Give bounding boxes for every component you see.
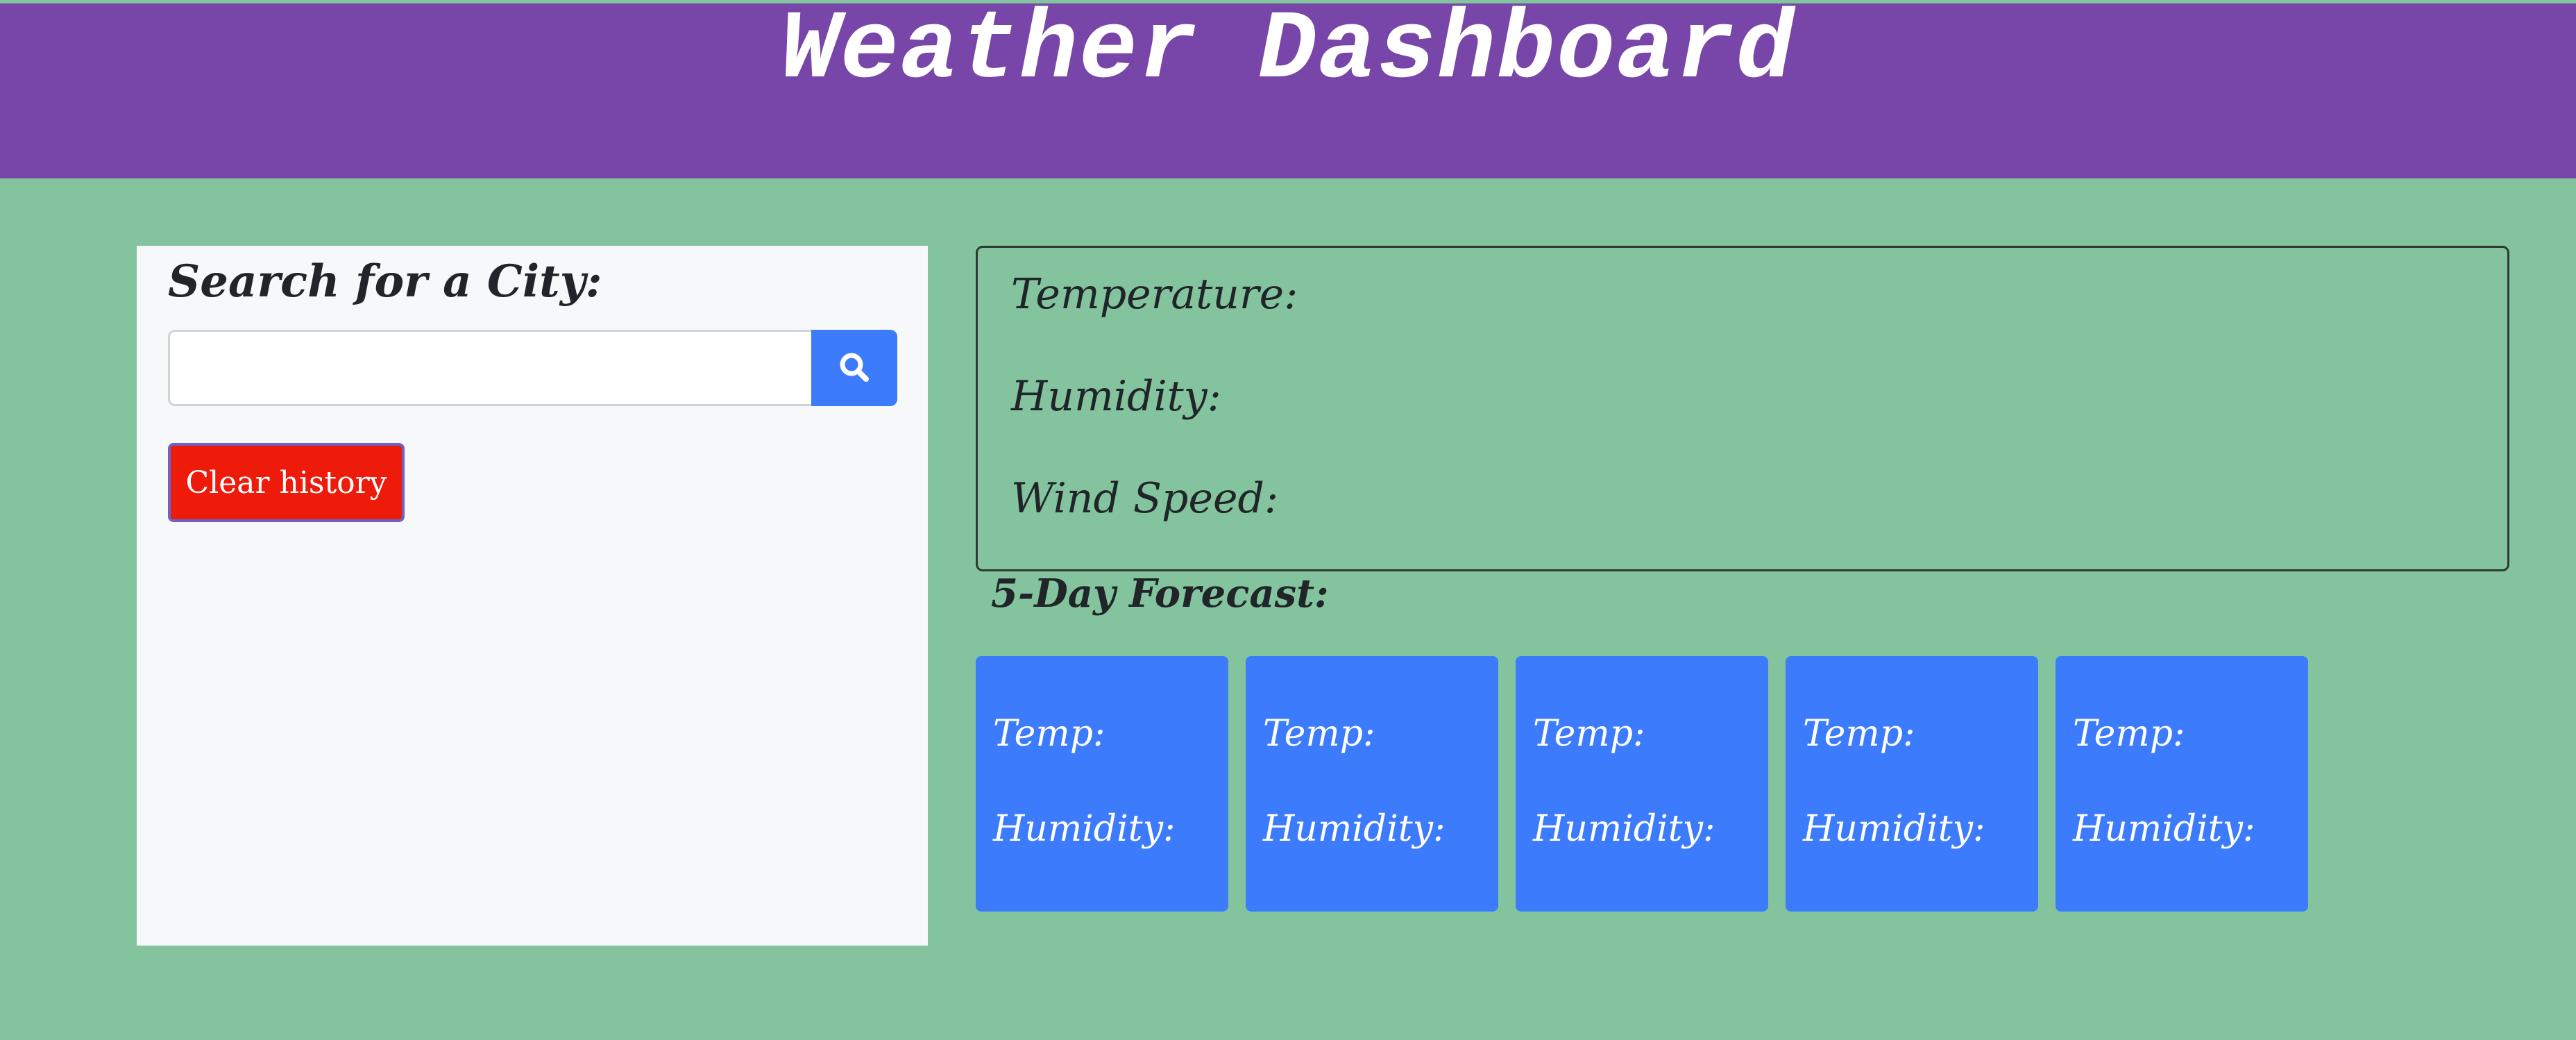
search-panel: Search for a City: Clear history bbox=[137, 246, 928, 946]
page-title: Weather Dashboard bbox=[780, 0, 1796, 106]
temperature-label: Temperature: bbox=[1011, 270, 1298, 319]
forecast-card: Temp: Humidity: bbox=[1516, 656, 1768, 912]
forecast-card: Temp: Humidity: bbox=[2056, 656, 2308, 912]
forecast-card: Temp: Humidity: bbox=[976, 656, 1228, 912]
forecast-humidity-label: Humidity: bbox=[1533, 808, 1715, 850]
forecast-temp-label: Temp: bbox=[1263, 713, 1375, 755]
city-search-input[interactable] bbox=[168, 330, 813, 406]
forecast-card: Temp: Humidity: bbox=[1246, 656, 1498, 912]
current-weather-card: Temperature: Humidity: Wind Speed: bbox=[976, 246, 2509, 571]
search-button[interactable] bbox=[811, 330, 897, 406]
search-icon bbox=[838, 351, 871, 386]
forecast-temp-label: Temp: bbox=[2073, 713, 2185, 755]
forecast-humidity-label: Humidity: bbox=[1803, 808, 1985, 850]
humidity-label: Humidity: bbox=[1011, 372, 1221, 421]
forecast-temp-label: Temp: bbox=[1803, 713, 1915, 755]
clear-history-button[interactable]: Clear history bbox=[168, 443, 405, 522]
forecast-humidity-label: Humidity: bbox=[993, 808, 1176, 850]
wind-speed-label: Wind Speed: bbox=[1011, 474, 1279, 523]
app-header: Weather Dashboard bbox=[0, 0, 2576, 178]
forecast-humidity-label: Humidity: bbox=[2073, 808, 2255, 850]
search-heading: Search for a City: bbox=[168, 255, 602, 308]
forecast-temp-label: Temp: bbox=[993, 713, 1105, 755]
forecast-card: Temp: Humidity: bbox=[1786, 656, 2038, 912]
forecast-humidity-label: Humidity: bbox=[1263, 808, 1446, 850]
forecast-temp-label: Temp: bbox=[1533, 713, 1645, 755]
forecast-heading: 5-Day Forecast: bbox=[991, 571, 1329, 617]
